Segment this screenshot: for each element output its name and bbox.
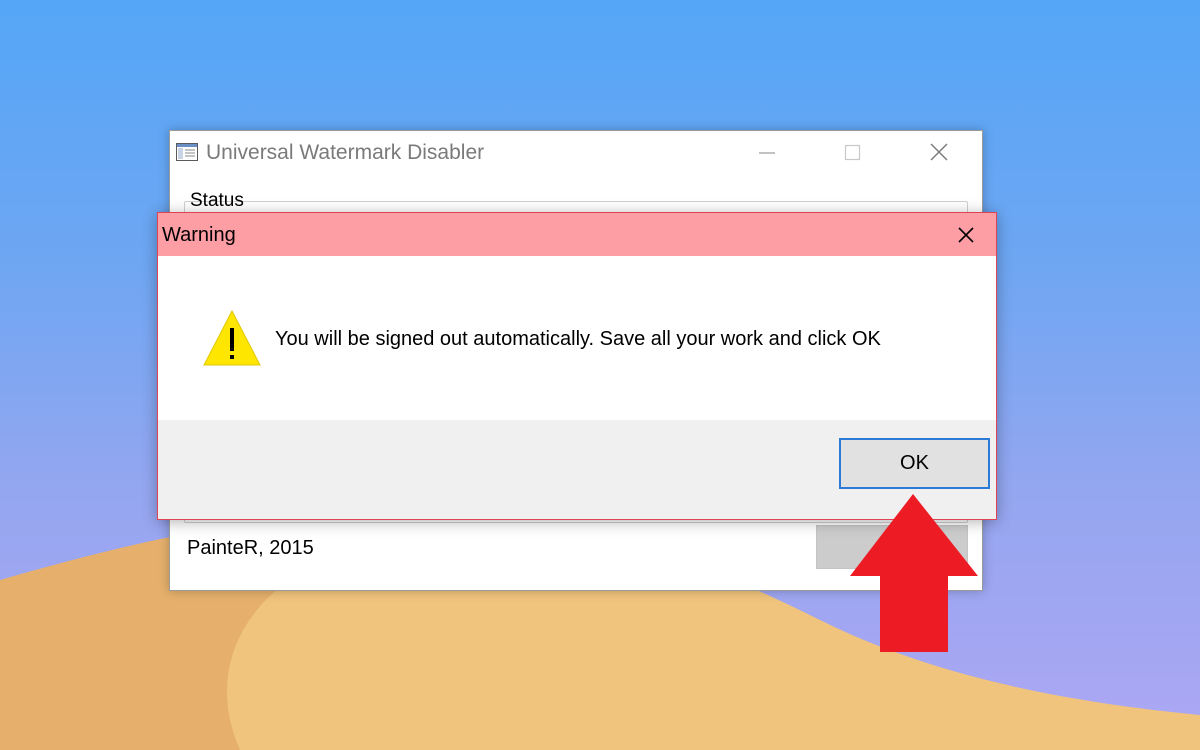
warning-dialog: Warning You will be signed out automatic… [157, 212, 997, 520]
warning-close-button[interactable] [944, 217, 988, 253]
window-title: Universal Watermark Disabler [206, 141, 485, 164]
main-close-button[interactable] [916, 137, 960, 169]
app-window-icon [176, 143, 198, 161]
warning-title-bar[interactable]: Warning [158, 213, 996, 256]
warning-message: You will be signed out automatically. Sa… [275, 328, 881, 350]
warning-triangle-icon [202, 308, 262, 368]
red-up-arrow-icon [850, 494, 978, 652]
minimize-icon [759, 152, 775, 154]
maximize-icon [844, 144, 861, 161]
warning-dialog-title: Warning [162, 224, 236, 246]
status-label: Status [190, 190, 244, 211]
close-icon [930, 143, 948, 161]
author-footer-text: PainteR, 2015 [187, 537, 314, 559]
main-title-bar[interactable]: Universal Watermark Disabler [170, 131, 982, 175]
close-icon [958, 227, 974, 243]
minimize-button[interactable] [745, 137, 789, 169]
ok-button[interactable]: OK [839, 438, 990, 489]
warning-body: You will be signed out automatically. Sa… [158, 256, 996, 420]
maximize-button[interactable] [830, 137, 874, 169]
